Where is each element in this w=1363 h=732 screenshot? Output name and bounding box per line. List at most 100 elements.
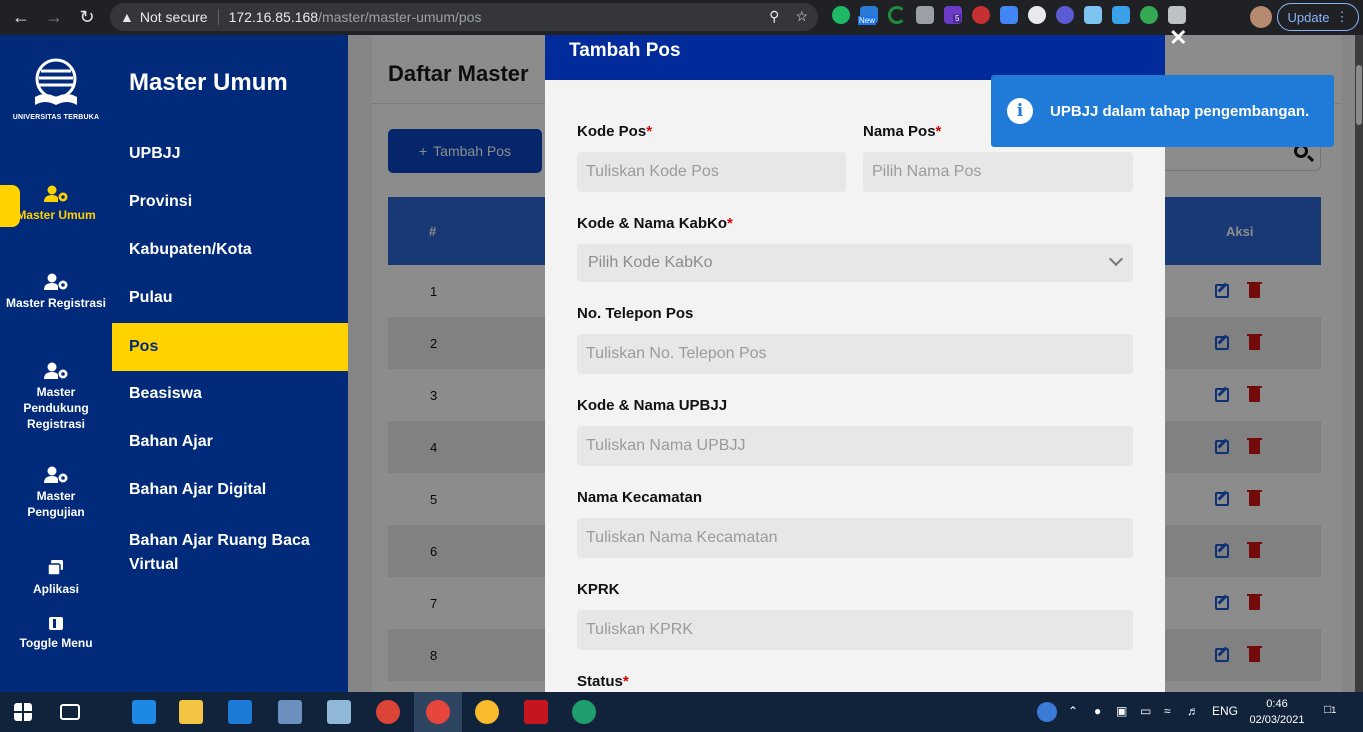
loading-extension-icon[interactable] <box>888 6 906 24</box>
url-host: 172.16.85.168 <box>228 9 319 25</box>
menu-item-bahan-ajar-ruang-baca-virtual[interactable]: Bahan Ajar Ruang Baca Virtual <box>112 529 312 577</box>
tray-chevron-up-icon[interactable]: ⌃ <box>1068 704 1078 718</box>
puzzle-extension-icon[interactable]: 5 <box>944 6 962 24</box>
chrome-icon[interactable] <box>475 700 499 724</box>
nama-pos-label-text: Nama Pos <box>863 123 936 140</box>
translate-extension-icon[interactable] <box>1000 6 1018 24</box>
menu-item-upbjj[interactable]: UPBJJ <box>112 145 348 163</box>
icon-rail: UNIVERSITAS TERBUKA Master Umum Master R… <box>0 35 112 692</box>
rail-item-aplikasi[interactable]: Aplikasi <box>0 559 112 597</box>
rail-label: Master Umum <box>16 208 96 222</box>
wifi-icon[interactable]: ≈ <box>1164 704 1171 718</box>
notification-count: 1 <box>1331 705 1337 715</box>
notification-center-icon[interactable]: □1 <box>1324 702 1336 716</box>
modal-header: Tambah Pos <box>545 35 1165 80</box>
notes-app-icon[interactable] <box>327 700 351 724</box>
rail-label: Master Registrasi <box>5 296 107 310</box>
rail-item-master-registrasi[interactable]: Master Registrasi <box>0 273 112 311</box>
chrome-active-icon[interactable] <box>426 700 450 724</box>
kode-pos-label: Kode Pos* <box>577 123 652 140</box>
status-label: Status* <box>577 673 629 690</box>
kecamatan-input[interactable] <box>577 518 1133 558</box>
upbjj-input[interactable] <box>577 426 1133 466</box>
users-gear-icon <box>43 273 69 291</box>
profile-avatar[interactable] <box>1250 6 1272 28</box>
upbjj-label: Kode & Nama UPBJJ <box>577 397 728 414</box>
back-arrow-icon[interactable]: ← <box>6 2 36 32</box>
microphone-icon[interactable]: ● <box>1094 704 1101 718</box>
page-scrollbar[interactable] <box>1355 35 1363 692</box>
clock-time: 0:46 <box>1266 698 1288 710</box>
news-extension-icon[interactable]: New <box>858 6 878 25</box>
extensions-puzzle-icon[interactable] <box>1168 6 1186 24</box>
vscode-icon[interactable] <box>228 700 252 724</box>
scrollbar-thumb[interactable] <box>1356 65 1362 125</box>
battery-icon[interactable]: ▭ <box>1140 704 1151 718</box>
clock-date: 02/03/2021 <box>1249 714 1305 726</box>
language-indicator[interactable]: ENG <box>1212 704 1238 718</box>
acrobat-icon[interactable] <box>524 700 548 724</box>
info-toast: i UPBJJ dalam tahap pengembangan. <box>991 75 1334 147</box>
warning-triangle-icon: ▲ <box>120 9 134 25</box>
nama-pos-input[interactable] <box>863 152 1133 192</box>
forward-arrow-icon[interactable]: → <box>39 2 69 32</box>
telepon-label: No. Telepon Pos <box>577 305 694 322</box>
kabko-label-text: Kode & Nama KabKo <box>577 215 728 232</box>
bookmark-star-icon[interactable]: ☆ <box>795 8 808 25</box>
volume-icon[interactable]: ♬ <box>1187 704 1199 718</box>
menu-item-provinsi[interactable]: Provinsi <box>112 193 348 211</box>
menu-item-bahan-ajar[interactable]: Bahan Ajar <box>112 433 348 451</box>
gear-extension-icon[interactable] <box>1056 6 1074 24</box>
telepon-input[interactable] <box>577 334 1133 374</box>
nama-pos-label: Nama Pos* <box>863 123 941 140</box>
todo-app-icon[interactable] <box>132 700 156 724</box>
rail-item-master-pengujian[interactable]: Master Pengujian <box>0 466 112 520</box>
users-gear-icon <box>43 185 69 203</box>
network-app-icon[interactable] <box>278 700 302 724</box>
reload-icon[interactable]: ↻ <box>72 2 102 32</box>
rail-item-master-umum[interactable]: Master Umum <box>0 185 112 223</box>
extensions-bar: New 5 <box>832 6 1186 25</box>
chrome-profile-m-icon[interactable] <box>376 700 400 724</box>
window-extension-icon[interactable] <box>1112 6 1130 24</box>
rail-label: Master Pengujian <box>27 489 85 519</box>
update-label: Update <box>1287 9 1330 25</box>
screenshot-extension-icon[interactable] <box>916 6 934 24</box>
menu-item-pulau[interactable]: Pulau <box>112 289 348 307</box>
rail-label: Aplikasi <box>32 582 80 596</box>
required-marker: * <box>622 673 629 690</box>
menu-item-bahan-ajar-digital[interactable]: Bahan Ajar Digital <box>112 481 348 499</box>
rail-item-master-pendukung-registrasi[interactable]: Master Pendukung Registrasi <box>0 362 112 432</box>
help-icon[interactable] <box>1037 702 1057 722</box>
block-extension-icon[interactable] <box>972 6 990 24</box>
update-button[interactable]: Update ⋮ <box>1250 3 1359 31</box>
menu-item-beasiswa[interactable]: Beasiswa <box>112 385 348 403</box>
ext-badge-new: New <box>858 16 877 25</box>
screen-share-icon[interactable]: ▣ <box>1116 704 1127 718</box>
users-gear-icon <box>43 362 69 380</box>
menu-item-kabupaten-kota[interactable]: Kabupaten/Kota <box>112 241 348 259</box>
address-bar[interactable]: ▲ Not secure 172.16.85.168/master/master… <box>110 3 818 31</box>
rail-item-toggle-menu[interactable]: Toggle Menu <box>0 617 112 651</box>
hs-app-icon[interactable] <box>572 700 596 724</box>
timer-extension-icon[interactable] <box>1028 6 1046 24</box>
window-stack-icon <box>43 559 69 577</box>
kode-pos-input[interactable] <box>577 152 846 192</box>
close-icon[interactable]: ✕ <box>1169 25 1187 51</box>
key-icon[interactable]: ⚲ <box>769 8 779 25</box>
plane-extension-icon[interactable] <box>1084 6 1102 24</box>
kprk-input[interactable] <box>577 610 1133 650</box>
windows-start-icon[interactable] <box>14 703 32 721</box>
kabko-select[interactable]: Pilih Kode KabKo <box>577 244 1133 282</box>
plus-extension-icon[interactable] <box>1140 6 1158 24</box>
task-view-icon[interactable] <box>60 704 80 720</box>
system-clock[interactable]: 0:46 02/03/2021 <box>1247 696 1307 728</box>
rail-label: Toggle Menu <box>19 636 93 650</box>
menu-item-pos[interactable]: Pos <box>112 323 348 371</box>
more-menu-icon: ⋮ <box>1335 9 1349 24</box>
file-explorer-icon[interactable] <box>179 700 203 724</box>
grammarly-extension-icon[interactable] <box>832 6 850 24</box>
required-marker: * <box>727 215 733 232</box>
toast-message: UPBJJ dalam tahap pengembangan. <box>1050 102 1310 120</box>
url-path: /master/master-umum/pos <box>318 9 482 25</box>
